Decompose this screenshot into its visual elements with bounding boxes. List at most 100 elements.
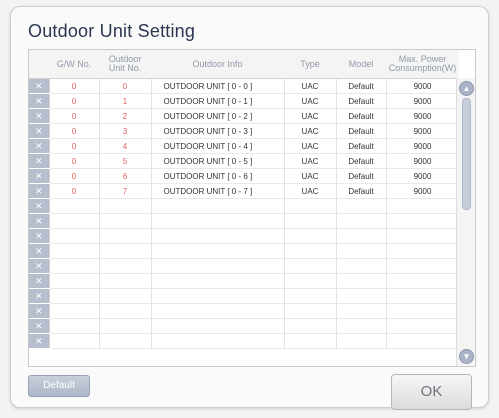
outdoor-unit-no-cell[interactable] xyxy=(99,273,152,289)
scroll-down-button[interactable]: ▼ xyxy=(459,349,474,364)
delete-row-button[interactable]: ✕ xyxy=(29,108,50,124)
delete-row-button[interactable]: ✕ xyxy=(29,153,50,169)
outdoor-info-cell[interactable]: OUTDOOR UNIT [ 0 - 0 ] xyxy=(151,78,285,94)
max-power-cell[interactable] xyxy=(386,228,460,244)
gw-no-cell[interactable] xyxy=(49,258,100,274)
outdoor-info-cell[interactable] xyxy=(151,303,285,319)
max-power-cell[interactable]: 9000 xyxy=(386,108,460,124)
outdoor-unit-no-cell[interactable]: 5 xyxy=(99,153,152,169)
empty-table-row[interactable]: ✕ xyxy=(29,333,460,349)
delete-row-button[interactable]: ✕ xyxy=(29,243,50,259)
gw-no-cell[interactable] xyxy=(49,333,100,349)
model-cell[interactable] xyxy=(336,288,387,304)
ok-button[interactable]: OK xyxy=(391,374,472,410)
empty-table-row[interactable]: ✕ xyxy=(29,288,460,304)
empty-table-row[interactable]: ✕ xyxy=(29,228,460,244)
gw-no-cell[interactable]: 0 xyxy=(49,183,100,199)
gw-no-cell[interactable] xyxy=(49,273,100,289)
model-cell[interactable] xyxy=(336,258,387,274)
delete-row-button[interactable]: ✕ xyxy=(29,123,50,139)
outdoor-unit-no-cell[interactable]: 4 xyxy=(99,138,152,154)
type-cell[interactable]: UAC xyxy=(284,153,337,169)
empty-table-row[interactable]: ✕ xyxy=(29,273,460,289)
outdoor-info-cell[interactable]: OUTDOOR UNIT [ 0 - 6 ] xyxy=(151,168,285,184)
type-cell[interactable]: UAC xyxy=(284,168,337,184)
table-row[interactable]: ✕ 0 3 OUTDOOR UNIT [ 0 - 3 ] UAC Default 9000 xyxy=(29,123,460,139)
max-power-cell[interactable]: 9000 xyxy=(386,153,460,169)
type-cell[interactable] xyxy=(284,318,337,334)
type-cell[interactable] xyxy=(284,213,337,229)
outdoor-unit-no-cell[interactable]: 1 xyxy=(99,93,152,109)
model-cell[interactable] xyxy=(336,318,387,334)
gw-no-cell[interactable] xyxy=(49,303,100,319)
outdoor-unit-no-cell[interactable] xyxy=(99,303,152,319)
max-power-cell[interactable]: 9000 xyxy=(386,138,460,154)
outdoor-unit-no-cell[interactable] xyxy=(99,258,152,274)
model-cell[interactable] xyxy=(336,333,387,349)
model-cell[interactable]: Default xyxy=(336,168,387,184)
outdoor-unit-no-cell[interactable]: 0 xyxy=(99,78,152,94)
outdoor-unit-no-cell[interactable]: 7 xyxy=(99,183,152,199)
type-cell[interactable] xyxy=(284,333,337,349)
delete-row-button[interactable]: ✕ xyxy=(29,138,50,154)
outdoor-unit-no-cell[interactable] xyxy=(99,318,152,334)
max-power-cell[interactable]: 9000 xyxy=(386,168,460,184)
outdoor-info-cell[interactable]: OUTDOOR UNIT [ 0 - 4 ] xyxy=(151,138,285,154)
max-power-cell[interactable] xyxy=(386,258,460,274)
default-button[interactable]: Default xyxy=(28,375,90,397)
outdoor-unit-no-cell[interactable] xyxy=(99,288,152,304)
gw-no-cell[interactable]: 0 xyxy=(49,153,100,169)
model-cell[interactable] xyxy=(336,243,387,259)
delete-row-button[interactable]: ✕ xyxy=(29,168,50,184)
type-cell[interactable] xyxy=(284,288,337,304)
outdoor-unit-no-cell[interactable] xyxy=(99,213,152,229)
empty-table-row[interactable]: ✕ xyxy=(29,243,460,259)
model-cell[interactable] xyxy=(336,273,387,289)
delete-row-button[interactable]: ✕ xyxy=(29,213,50,229)
delete-row-button[interactable]: ✕ xyxy=(29,78,50,94)
model-cell[interactable]: Default xyxy=(336,153,387,169)
delete-row-button[interactable]: ✕ xyxy=(29,198,50,214)
outdoor-unit-no-cell[interactable] xyxy=(99,228,152,244)
delete-row-button[interactable]: ✕ xyxy=(29,228,50,244)
delete-row-button[interactable]: ✕ xyxy=(29,93,50,109)
outdoor-unit-no-cell[interactable] xyxy=(99,198,152,214)
type-cell[interactable]: UAC xyxy=(284,108,337,124)
type-cell[interactable] xyxy=(284,198,337,214)
outdoor-info-cell[interactable] xyxy=(151,243,285,259)
max-power-cell[interactable] xyxy=(386,198,460,214)
max-power-cell[interactable] xyxy=(386,243,460,259)
delete-row-button[interactable]: ✕ xyxy=(29,303,50,319)
scroll-thumb[interactable] xyxy=(462,98,471,210)
gw-no-cell[interactable] xyxy=(49,288,100,304)
outdoor-unit-no-cell[interactable] xyxy=(99,243,152,259)
model-cell[interactable]: Default xyxy=(336,123,387,139)
max-power-cell[interactable] xyxy=(386,273,460,289)
outdoor-info-cell[interactable] xyxy=(151,288,285,304)
delete-row-button[interactable]: ✕ xyxy=(29,318,50,334)
outdoor-info-cell[interactable]: OUTDOOR UNIT [ 0 - 2 ] xyxy=(151,108,285,124)
delete-row-button[interactable]: ✕ xyxy=(29,333,50,349)
model-cell[interactable] xyxy=(336,198,387,214)
gw-no-cell[interactable] xyxy=(49,318,100,334)
empty-table-row[interactable]: ✕ xyxy=(29,258,460,274)
gw-no-cell[interactable]: 0 xyxy=(49,93,100,109)
gw-no-cell[interactable] xyxy=(49,198,100,214)
model-cell[interactable] xyxy=(336,228,387,244)
table-row[interactable]: ✕ 0 4 OUTDOOR UNIT [ 0 - 4 ] UAC Default 9000 xyxy=(29,138,460,154)
max-power-cell[interactable]: 9000 xyxy=(386,183,460,199)
model-cell[interactable]: Default xyxy=(336,78,387,94)
empty-table-row[interactable]: ✕ xyxy=(29,213,460,229)
outdoor-info-cell[interactable] xyxy=(151,273,285,289)
outdoor-info-cell[interactable] xyxy=(151,318,285,334)
type-cell[interactable]: UAC xyxy=(284,138,337,154)
model-cell[interactable]: Default xyxy=(336,183,387,199)
outdoor-unit-no-cell[interactable] xyxy=(99,333,152,349)
model-cell[interactable] xyxy=(336,303,387,319)
empty-table-row[interactable]: ✕ xyxy=(29,303,460,319)
max-power-cell[interactable] xyxy=(386,318,460,334)
outdoor-info-cell[interactable]: OUTDOOR UNIT [ 0 - 3 ] xyxy=(151,123,285,139)
outdoor-unit-no-cell[interactable]: 3 xyxy=(99,123,152,139)
gw-no-cell[interactable]: 0 xyxy=(49,78,100,94)
scroll-up-button[interactable]: ▲ xyxy=(459,81,474,96)
